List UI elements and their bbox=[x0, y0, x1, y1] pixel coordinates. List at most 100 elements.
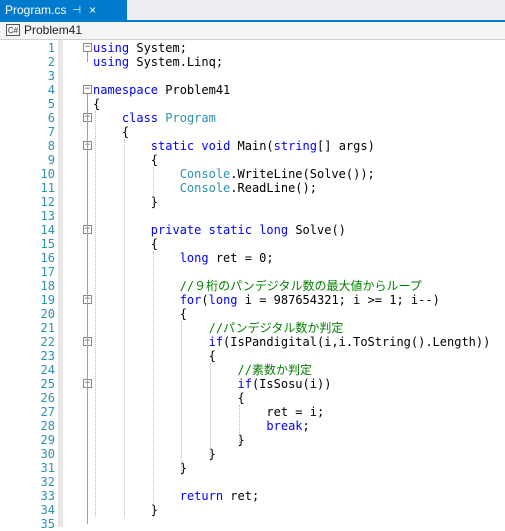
indent-guide bbox=[181, 321, 183, 475]
code-line[interactable]: 26 { bbox=[0, 391, 505, 405]
line-number: 19 bbox=[40, 293, 55, 307]
line-text: } bbox=[93, 461, 187, 475]
line-text: return ret; bbox=[179, 489, 260, 503]
indent-guide bbox=[123, 139, 125, 517]
tab-title: Program.cs bbox=[5, 3, 67, 17]
collapse-icon[interactable]: − bbox=[83, 85, 92, 94]
line-number: 16 bbox=[40, 251, 55, 265]
code-line[interactable]: 30 } bbox=[0, 447, 505, 461]
code-line[interactable]: 21 //パンデジタル数か判定 bbox=[0, 321, 505, 335]
line-number: 4 bbox=[47, 83, 55, 97]
pin-icon[interactable]: ⊣ bbox=[72, 5, 81, 16]
code-line[interactable]: 15 { bbox=[0, 237, 505, 251]
code-line[interactable]: 22− if(IsPandigital(i,i.ToString().Lengt… bbox=[0, 335, 505, 349]
code-line[interactable]: 25− if(IsSosu(i)) bbox=[0, 377, 505, 391]
code-line[interactable]: 18 //９桁のパンデジタル数の最大値からループ bbox=[0, 279, 505, 293]
code-line[interactable]: 33 return ret; bbox=[0, 489, 505, 503]
code-line[interactable]: 19− for(long i = 987654321; i >= 1; i--) bbox=[0, 293, 505, 307]
collapse-icon[interactable]: − bbox=[83, 43, 92, 52]
indent-guide bbox=[152, 167, 154, 209]
line-text: //９桁のパンデジタル数の最大値からループ bbox=[179, 279, 422, 293]
line-text: { bbox=[93, 97, 101, 111]
code-editor[interactable]: 1− using System; 2 using System.Linq; 3 4− nam… bbox=[0, 40, 505, 531]
indent-guide bbox=[152, 251, 154, 517]
code-line[interactable]: 12 } bbox=[0, 195, 505, 209]
line-number: 15 bbox=[40, 237, 55, 251]
code-line[interactable]: 4 − namespace Problem41 bbox=[0, 83, 505, 97]
code-line[interactable]: 11 Console.ReadLine(); bbox=[0, 181, 505, 195]
line-number: 13 bbox=[40, 209, 55, 223]
code-line[interactable]: 27 ret = i; bbox=[0, 405, 505, 419]
navigation-bar: C# Problem41 bbox=[0, 20, 505, 40]
csharp-project-icon: C# bbox=[6, 24, 20, 36]
outline-line bbox=[87, 388, 88, 440]
code-line[interactable]: 31 } bbox=[0, 461, 505, 475]
line-text: { bbox=[93, 307, 187, 321]
line-number: 14 bbox=[40, 223, 55, 237]
line-text: { bbox=[93, 391, 245, 405]
code-line[interactable]: 32 bbox=[0, 475, 505, 489]
outline-line bbox=[87, 52, 88, 62]
code-line[interactable]: 7 { bbox=[0, 125, 505, 139]
line-text: long ret = 0; bbox=[179, 251, 274, 265]
line-number: 35 bbox=[40, 517, 55, 531]
code-line[interactable]: 34 } bbox=[0, 503, 505, 517]
code-line[interactable]: 17 bbox=[0, 265, 505, 279]
indent-guide bbox=[95, 111, 96, 517]
line-number: 30 bbox=[40, 447, 55, 461]
line-text: Console.ReadLine(); bbox=[179, 181, 317, 195]
line-text: private static long Solve() bbox=[150, 223, 346, 237]
line-number: 3 bbox=[47, 69, 55, 83]
tab-program-cs[interactable]: Program.cs ⊣ × bbox=[0, 0, 127, 20]
code-line[interactable]: 29 } bbox=[0, 433, 505, 447]
line-number: 32 bbox=[40, 475, 55, 489]
code-line[interactable]: 14− private static long Solve() bbox=[0, 223, 505, 237]
line-text: static void Main(string[] args) bbox=[150, 139, 375, 153]
line-number: 33 bbox=[40, 489, 55, 503]
line-number: 23 bbox=[40, 349, 55, 363]
line-text: { bbox=[93, 125, 130, 139]
code-line[interactable]: 5{ bbox=[0, 97, 505, 111]
line-number: 17 bbox=[40, 265, 55, 279]
line-number: 24 bbox=[40, 363, 55, 377]
code-line[interactable]: 2 using System.Linq; bbox=[0, 55, 505, 69]
line-number: 27 bbox=[40, 405, 55, 419]
line-number: 20 bbox=[40, 307, 55, 321]
code-line[interactable]: 20 { bbox=[0, 307, 505, 321]
code-line[interactable]: 10 Console.WriteLine(Solve()); bbox=[0, 167, 505, 181]
line-number: 8 bbox=[47, 139, 55, 153]
code-line[interactable]: 24 //素数か判定 bbox=[0, 363, 505, 377]
line-text: //素数か判定 bbox=[237, 363, 312, 377]
line-text: ret = i; bbox=[93, 405, 325, 419]
line-text: } bbox=[93, 447, 216, 461]
line-number: 12 bbox=[40, 195, 55, 209]
code-line[interactable]: 6− class Program bbox=[0, 111, 505, 125]
close-icon[interactable]: × bbox=[89, 3, 96, 17]
line-text: break; bbox=[266, 419, 310, 433]
line-text: { bbox=[93, 349, 216, 363]
indent-guide bbox=[239, 405, 240, 447]
code-line[interactable]: 28 break; bbox=[0, 419, 505, 433]
line-text: { bbox=[93, 237, 159, 251]
line-number: 29 bbox=[40, 433, 55, 447]
line-text: } bbox=[93, 503, 159, 517]
line-number: 5 bbox=[47, 97, 55, 111]
code-line[interactable]: 1 − using System; bbox=[0, 41, 505, 55]
line-number: 18 bbox=[40, 279, 55, 293]
line-number: 26 bbox=[40, 391, 55, 405]
line-number: 31 bbox=[40, 461, 55, 475]
code-line[interactable]: 23 { bbox=[0, 349, 505, 363]
project-dropdown[interactable]: Problem41 bbox=[24, 23, 82, 37]
indent-guide bbox=[210, 363, 212, 461]
code-line[interactable]: 16 long ret = 0; bbox=[0, 251, 505, 265]
code-line[interactable]: 8− static void Main(string[] args) bbox=[0, 139, 505, 153]
code-line[interactable]: 3 bbox=[0, 69, 505, 83]
line-text: namespace Problem41 bbox=[93, 83, 231, 97]
code-line[interactable]: 35 bbox=[0, 517, 505, 531]
line-text: } bbox=[93, 433, 245, 447]
line-number: 2 bbox=[47, 55, 55, 69]
code-line[interactable]: 13 bbox=[0, 209, 505, 223]
line-text: for(long i = 987654321; i >= 1; i--) bbox=[179, 293, 440, 307]
code-line[interactable]: 9 { bbox=[0, 153, 505, 167]
line-number: 6 bbox=[47, 111, 55, 125]
